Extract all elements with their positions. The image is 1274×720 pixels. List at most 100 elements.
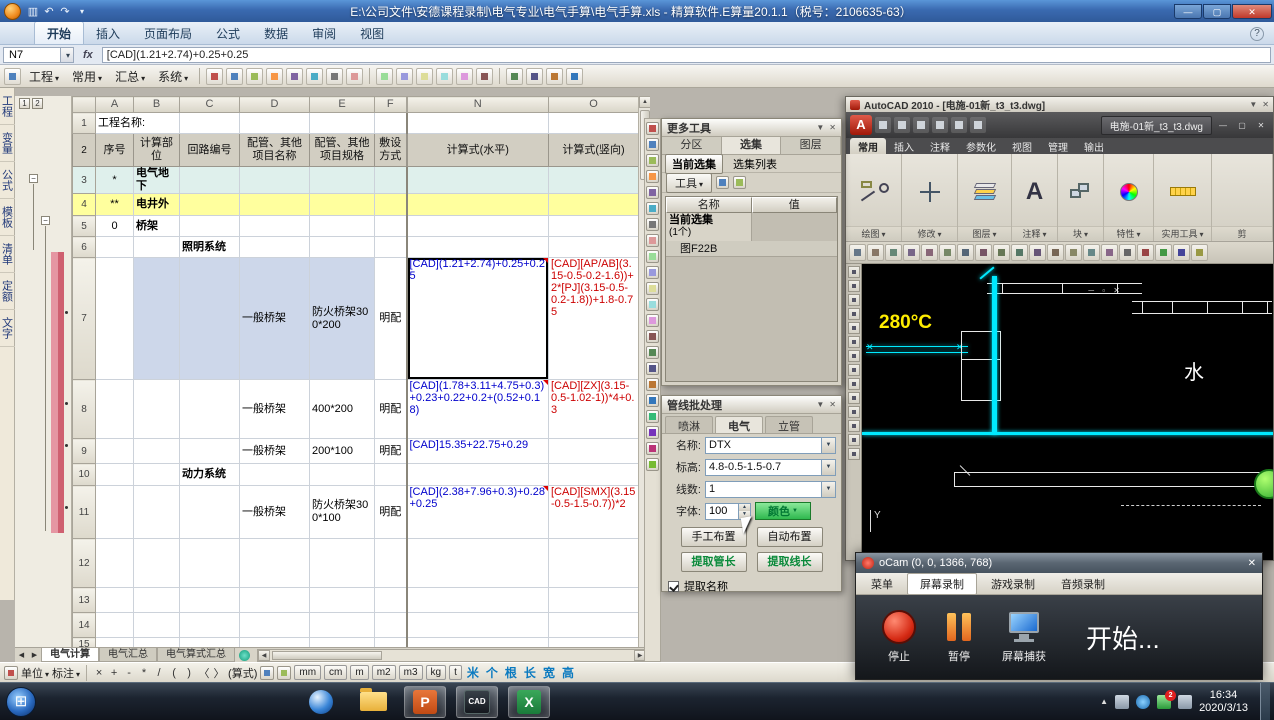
save-icon[interactable] — [25, 5, 41, 18]
strip-icon[interactable] — [646, 138, 659, 151]
cell[interactable]: 电井外 — [133, 193, 180, 216]
draw-icon[interactable] — [847, 336, 860, 348]
grid-header-value[interactable]: 值 — [751, 197, 837, 213]
draw-icon[interactable] — [847, 420, 860, 432]
stop-button[interactable]: 停止 — [882, 610, 916, 664]
toolbar-icon[interactable] — [903, 244, 920, 261]
strip-icon[interactable] — [646, 218, 659, 231]
subtab-current-selection[interactable]: 当前选集 — [665, 153, 723, 174]
align-icon[interactable] — [733, 176, 747, 189]
status-icon[interactable] — [4, 665, 18, 680]
extract-name-checkbox[interactable] — [668, 580, 679, 592]
col-header[interactable]: E — [309, 96, 375, 113]
cell[interactable]: 工程名称: — [95, 112, 180, 134]
strip-icon[interactable] — [646, 122, 659, 135]
strip-icon[interactable] — [646, 202, 659, 215]
minimize-button[interactable] — [1174, 3, 1202, 19]
strip-icon[interactable] — [646, 266, 659, 279]
toolbar-icon[interactable] — [957, 244, 974, 261]
line-count-combo[interactable]: 1 ▼ — [705, 480, 836, 498]
sidetab-text[interactable]: 文字 — [0, 310, 15, 347]
cell[interactable]: [CAD][ZX](3.15-0.5-1.02-1))*4+0.3 — [548, 379, 639, 439]
toolbar-icon[interactable] — [476, 67, 494, 85]
cn-unit-button[interactable]: 米 — [465, 664, 481, 681]
toolbar-icon[interactable] — [526, 67, 544, 85]
toolbar-icon[interactable] — [1119, 244, 1136, 261]
sidetab-variables[interactable]: 变量 — [0, 125, 15, 162]
auto-place-button[interactable]: 自动布置 — [756, 527, 823, 547]
quick-icon[interactable] — [970, 117, 986, 133]
cn-unit-button[interactable]: 长 — [522, 664, 538, 681]
corner-cell[interactable] — [72, 96, 96, 113]
toolbar-icon[interactable] — [206, 67, 224, 85]
office-button[interactable] — [4, 2, 21, 20]
draw-icon[interactable] — [847, 364, 860, 376]
drawing-canvas[interactable]: ─ ▫ ✕ 280°C ✕ ✕ 水 Y — [862, 264, 1273, 560]
strip-icon[interactable] — [646, 250, 659, 263]
network-icon[interactable] — [1178, 694, 1193, 709]
strip-icon[interactable] — [646, 186, 659, 199]
strip-icon[interactable] — [646, 234, 659, 247]
strip-icon[interactable] — [646, 362, 659, 375]
toolbar-icon[interactable] — [1155, 244, 1172, 261]
toolbar-icon[interactable] — [416, 67, 434, 85]
strip-icon[interactable] — [646, 426, 659, 439]
toolbar-icon[interactable] — [396, 67, 414, 85]
draw-icon[interactable] — [847, 406, 860, 418]
close-icon[interactable] — [829, 123, 836, 132]
start-button[interactable] — [6, 686, 36, 717]
cell[interactable]: 400*200 — [309, 379, 375, 439]
menu-project[interactable]: 工程 — [24, 66, 64, 87]
draw-icon[interactable] — [847, 280, 860, 292]
sidetab-template[interactable]: 模板 — [0, 199, 15, 236]
strip-icon[interactable] — [646, 458, 659, 471]
toolbar-icon[interactable] — [867, 244, 884, 261]
close-icon[interactable] — [1248, 558, 1256, 569]
operator-button[interactable]: + — [108, 667, 120, 679]
tab-insert[interactable]: 插入 — [84, 22, 132, 44]
mark-dropdown[interactable]: 标注 — [52, 665, 80, 681]
toolbar-icon[interactable] — [849, 244, 866, 261]
col-header[interactable]: D — [239, 96, 310, 113]
name-box-dropdown-icon[interactable] — [61, 46, 74, 63]
pipeline-titlebar[interactable]: 管线批处理 — [662, 396, 841, 414]
toolbar-icon[interactable] — [226, 67, 244, 85]
strip-icon[interactable] — [646, 442, 659, 455]
tab-page-layout[interactable]: 页面布局 — [132, 22, 204, 44]
cell[interactable]: 计算式(水平) — [405, 133, 549, 167]
cell[interactable]: 明配 — [374, 379, 407, 439]
tray-icon[interactable]: 2 — [1157, 689, 1177, 709]
menu-summary[interactable]: 汇总 — [110, 66, 150, 87]
tab-sprinkler[interactable]: 喷淋 — [665, 416, 713, 433]
toolbar-icon[interactable] — [306, 67, 324, 85]
cn-unit-button[interactable]: 个 — [484, 664, 500, 681]
toolbar-icon[interactable] — [993, 244, 1010, 261]
quick-icon[interactable] — [951, 117, 967, 133]
cell[interactable]: 敷设方式 — [374, 133, 407, 167]
strip-icon[interactable] — [646, 298, 659, 311]
menu-screen-record[interactable]: 屏幕录制 — [907, 572, 977, 595]
quick-icon[interactable] — [913, 117, 929, 133]
more-tools-titlebar[interactable]: 更多工具 — [662, 119, 841, 137]
autocad-logo[interactable]: A — [850, 115, 872, 135]
menu-audio-record[interactable]: 音频录制 — [1049, 574, 1117, 594]
strip-icon[interactable] — [646, 154, 659, 167]
col-header[interactable]: C — [179, 96, 240, 113]
cell[interactable]: 一般桥架 — [239, 379, 310, 439]
acad-tab-insert[interactable]: 插入 — [886, 138, 922, 154]
taskbar-browser[interactable] — [300, 686, 342, 718]
strip-icon[interactable] — [646, 346, 659, 359]
tray-expand-icon[interactable] — [1100, 697, 1108, 706]
outline-level-2-button[interactable]: 2 — [32, 98, 43, 109]
tab-layers[interactable]: 图层 — [781, 137, 842, 154]
close-icon[interactable] — [1262, 100, 1269, 109]
cell[interactable]: 计算部位 — [133, 133, 180, 167]
panel-annotation[interactable]: A 注释 — [1012, 154, 1058, 241]
tab-review[interactable]: 审阅 — [300, 22, 348, 44]
strip-icon[interactable] — [646, 330, 659, 343]
green-marker[interactable] — [1254, 469, 1273, 499]
cell[interactable]: 桥架 — [133, 215, 180, 237]
strip-icon[interactable] — [646, 314, 659, 327]
expression-button[interactable]: (算式) — [228, 665, 257, 681]
strip-icon[interactable] — [646, 282, 659, 295]
